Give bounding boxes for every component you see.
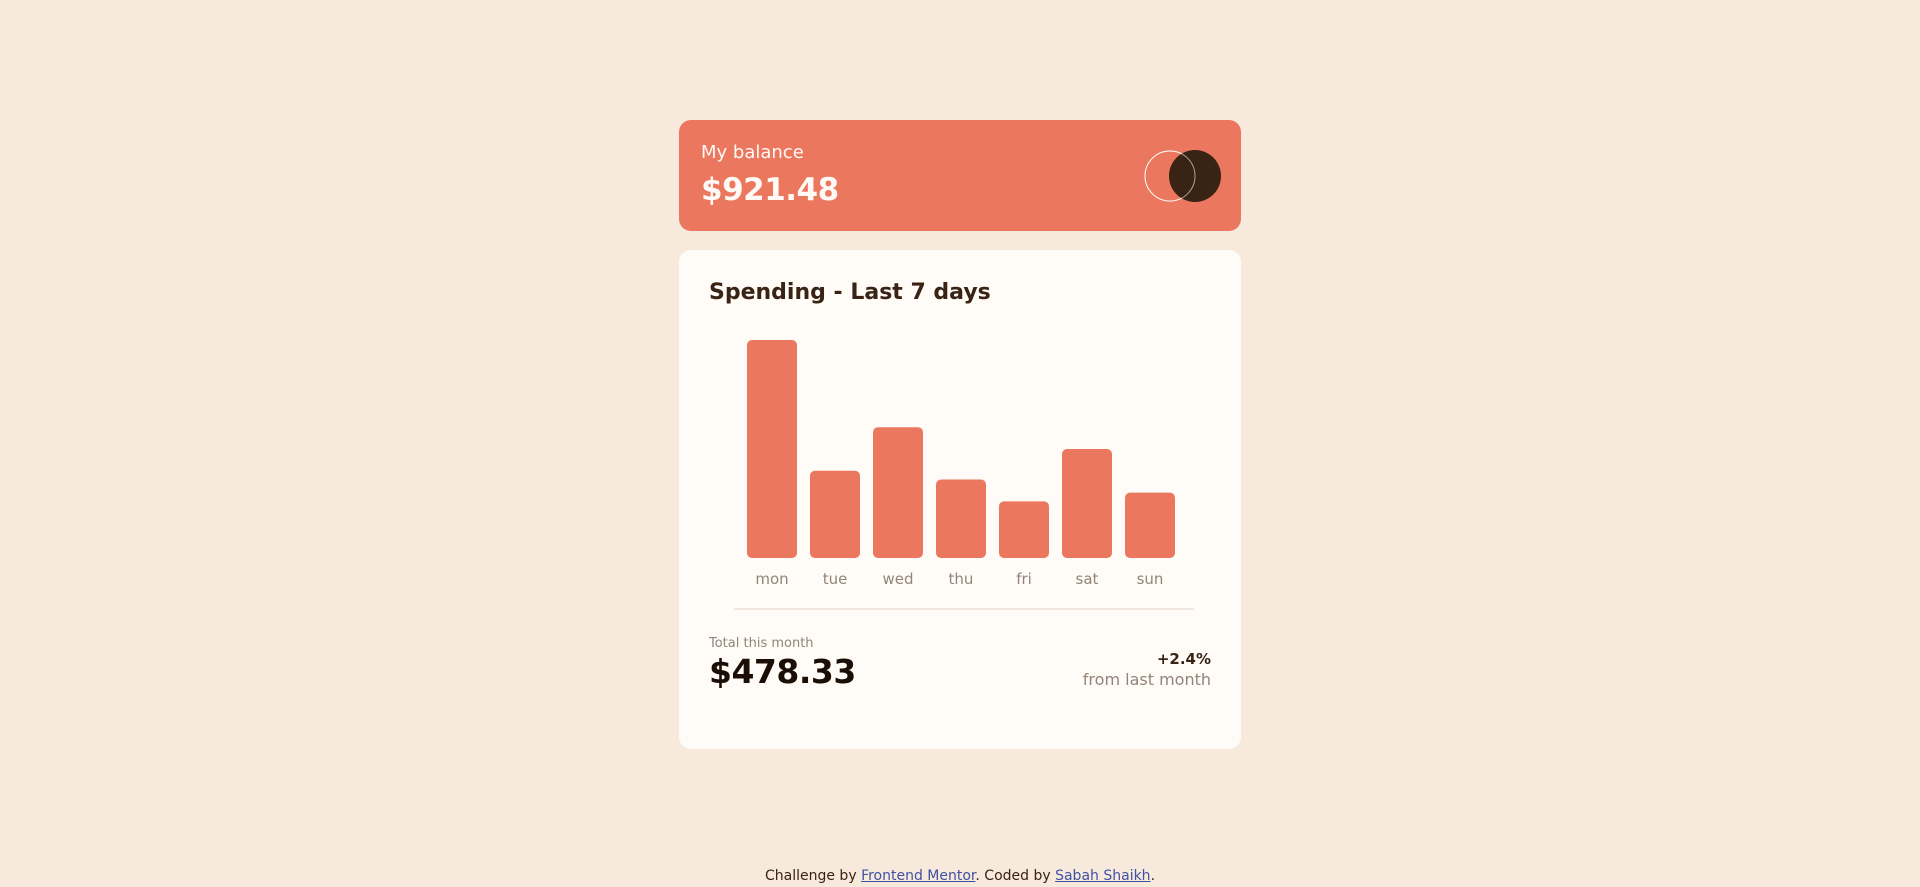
divider xyxy=(734,608,1194,610)
change-value: +2.4% xyxy=(1156,650,1211,668)
attribution-coded-text: . Coded by xyxy=(975,868,1051,884)
balance-card: My balance $921.48 xyxy=(679,120,1241,231)
balance-amount: $921.48 xyxy=(701,172,839,208)
balance-label: My balance xyxy=(701,142,804,163)
bar-label-wed: wed xyxy=(882,570,913,588)
bar-mon[interactable] xyxy=(747,340,797,558)
bar-tue[interactable] xyxy=(810,470,860,558)
attribution-end-text: . xyxy=(1150,868,1156,884)
attribution: Challenge by Frontend Mentor. Coded by S… xyxy=(0,868,1920,884)
bar-label-tue: tue xyxy=(823,570,848,588)
bar-label-mon: mon xyxy=(755,570,788,588)
change-caption: from last month xyxy=(1082,670,1211,689)
bar-sun[interactable] xyxy=(1125,492,1175,558)
bar-label-fri: fri xyxy=(1016,570,1032,588)
spending-card: Spending - Last 7 days mon tue wed thu fri sa… xyxy=(679,250,1241,749)
bar-label-sat: sat xyxy=(1076,570,1099,588)
author-link[interactable]: Sabah Shaikh xyxy=(1055,868,1150,884)
attribution-challenge-text: Challenge by xyxy=(764,868,857,884)
spending-bar-chart: mon tue wed thu fri sat sun xyxy=(747,340,1175,588)
bar-sat[interactable] xyxy=(1062,449,1112,558)
bar-label-sun: sun xyxy=(1137,570,1164,588)
bar-wed[interactable] xyxy=(873,427,923,558)
total-label: Total this month xyxy=(709,636,814,651)
bar-label-thu: thu xyxy=(949,570,974,588)
total-amount: $478.33 xyxy=(709,652,856,691)
frontend-mentor-link[interactable]: Frontend Mentor xyxy=(861,868,975,884)
logo-icon xyxy=(1144,150,1221,202)
bar-thu[interactable] xyxy=(936,479,986,558)
bar-fri[interactable] xyxy=(999,501,1049,558)
